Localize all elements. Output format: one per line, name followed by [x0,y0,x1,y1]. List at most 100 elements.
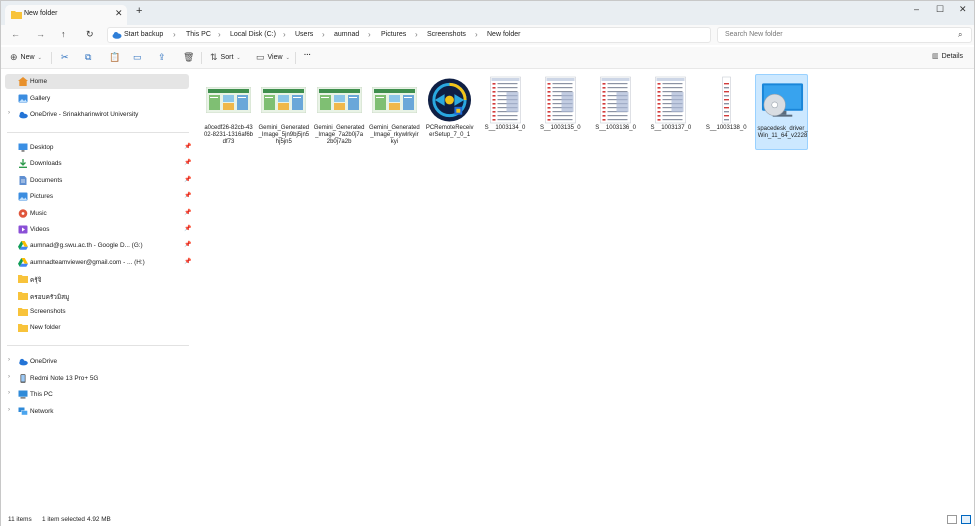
cut-icon[interactable]: ✂ [61,52,69,63]
sidebar-item[interactable]: Videos 📌 [5,222,191,237]
breadcrumb[interactable]: Start backup › This PC › Local Disk (C:)… [107,27,711,43]
large-icons-view-icon[interactable] [961,515,971,524]
sidebar-item[interactable]: Home [5,74,189,89]
screenshot-thumbnail [600,76,631,124]
sidebar-divider [7,345,189,346]
file-item[interactable]: a0cedf26-82cb-4302-8231-1316af6bdf73 [202,74,255,150]
new-button[interactable]: ⊕ New ⌄ [10,52,42,63]
file-name: S__1003134_0 [484,125,526,131]
sort-button[interactable]: ⇅ Sort ⌄ [210,52,241,63]
rename-icon[interactable]: ▭ [133,52,142,63]
sidebar-item[interactable]: aumnadteamviewer@gmail.com - ... (H:) 📌 [5,255,191,270]
breadcrumb-this-pc[interactable]: This PC [186,31,211,38]
sidebar-item-label: aumnad@g.swu.ac.th - Google D... (G:) [30,242,143,250]
pin-icon[interactable]: 📌 [184,192,191,199]
details-button[interactable]: ▥ Details [932,52,963,61]
file-item[interactable]: Gemini_Generated_Image_5jn9bj5jn5hj5jn5 [257,74,310,150]
pin-icon[interactable]: 📌 [184,176,191,183]
sidebar-item[interactable]: › Redmi Note 13 Pro+ 5G [5,371,189,386]
forward-arrow-icon[interactable]: → [36,29,45,39]
tab-new-folder[interactable]: New folder ✕ [5,5,127,25]
search-icon[interactable]: ⌕ [958,30,962,40]
file-name: S__1003138_0 [705,125,747,131]
breadcrumb-screenshots[interactable]: Screenshots [427,31,466,38]
delete-icon[interactable]: 🗑 [183,52,194,63]
breadcrumb-pictures[interactable]: Pictures [381,31,406,38]
up-arrow-icon[interactable]: ↑ [61,29,66,39]
sidebar-item[interactable]: Desktop 📌 [5,140,191,155]
divider [201,52,202,64]
sidebar-item[interactable]: ครอบครัวมิสมู [5,288,189,303]
file-item[interactable]: Gemini_Generated_Image_rkywlrkyirkyi [368,74,421,150]
sidebar-item[interactable]: › OneDrive [5,354,189,369]
sidebar-item[interactable]: Downloads 📌 [5,156,191,171]
copy-icon[interactable]: ⧉ [85,52,91,63]
sidebar-item[interactable]: › OneDrive - Srinakharinwirot University [5,107,189,122]
sidebar-item[interactable]: › This PC [5,387,189,402]
sidebar-item[interactable]: Music 📌 [5,206,191,221]
command-bar: ⊕ New ⌄ ✂ ⧉ 📋 ▭ ⇪ 🗑 ⇅ Sort ⌄ ▭ View ⌄ ··… [1,47,974,69]
folder-icon [11,11,22,19]
pin-icon[interactable]: 📌 [184,159,191,166]
chevron-right-icon[interactable]: › [8,390,10,396]
breadcrumb-aumnad[interactable]: aumnad [334,31,359,38]
back-arrow-icon[interactable]: ← [11,29,20,39]
sidebar-item[interactable]: › Network [5,404,189,419]
new-tab-button[interactable]: + [136,5,142,17]
breadcrumb-users[interactable]: Users [295,31,313,38]
breadcrumb-new-folder[interactable]: New folder [487,31,520,38]
details-view-icon[interactable] [947,515,957,524]
chevron-right-icon[interactable]: › [8,357,10,363]
navigation-bar: ← → ↑ ↻ Start backup › This PC › Local D… [1,25,974,45]
view-button[interactable]: ▭ View ⌄ [256,52,290,63]
sidebar-item[interactable]: aumnad@g.swu.ac.th - Google D... (G:) 📌 [5,238,191,253]
sidebar-item-label: Downloads [30,160,62,168]
sort-label: Sort [220,54,234,61]
pin-icon[interactable]: 📌 [184,241,191,248]
sidebar-item[interactable]: Gallery [5,91,189,106]
chevron-right-icon[interactable]: › [8,407,10,413]
refresh-icon[interactable]: ↻ [86,29,94,40]
sidebar-item[interactable]: Documents 📌 [5,173,191,188]
file-item[interactable]: Gemini_Generated_Image_7a2b0j7a2b0j7a2b [313,74,366,150]
pin-icon[interactable]: 📌 [184,143,191,150]
share-icon[interactable]: ⇪ [158,52,166,63]
close-window-button[interactable]: ✕ [959,4,967,15]
pin-icon[interactable]: 📌 [184,258,191,265]
file-item[interactable]: S__1003137_0 [644,74,697,150]
paste-icon[interactable]: 📋 [109,52,120,63]
tab-close-icon[interactable]: ✕ [115,8,123,19]
file-item[interactable]: spacedesk_driver_Win_11_64_v2228 [755,74,808,150]
sidebar-item-label: New folder [30,324,61,332]
status-bar: 11 items 1 item selected 4.92 MB [1,514,974,526]
sidebar-item[interactable]: ครุ้จิ [5,271,189,286]
breadcrumb-local-disk[interactable]: Local Disk (C:) [230,31,276,38]
maximize-button[interactable]: ☐ [936,4,944,15]
sidebar-item[interactable]: Pictures 📌 [5,189,191,204]
downloads-icon [18,159,28,169]
sidebar-item[interactable]: New folder [5,320,189,335]
title-bar: New folder ✕ + – ☐ ✕ [1,1,974,25]
chevron-down-icon: ⌄ [236,54,241,61]
file-item[interactable]: S__1003134_0 [479,74,532,150]
pin-icon[interactable]: 📌 [184,225,191,232]
image-thumbnail [371,87,417,113]
more-options-button[interactable]: ··· [304,52,311,59]
sidebar-item-label: ครอบครัวมิสมู [30,293,70,301]
file-name: Gemini_Generated_Image_5jn9bj5jn5hj5jn5 [258,125,310,145]
file-item[interactable]: PCRemoteReceiverSetup_7_0_1 [423,74,476,150]
chevron-right-icon[interactable]: › [8,110,10,116]
chevron-right-icon[interactable]: › [8,374,10,380]
breadcrumb-start-backup[interactable]: Start backup [124,31,163,38]
view-icon: ▭ [256,52,265,62]
sidebar-item[interactable]: Screenshots [5,304,189,319]
sidebar-item-label: aumnadteamviewer@gmail.com - ... (H:) [30,258,145,266]
minimize-button[interactable]: – [914,4,919,14]
search-input[interactable]: Search New folder [725,31,783,38]
pin-icon[interactable]: 📌 [184,209,191,216]
search-box[interactable]: Search New folder ⌕ [717,27,972,43]
file-item[interactable]: S__1003138_0 [700,74,753,150]
file-item[interactable]: S__1003136_0 [589,74,642,150]
chevron-down-icon: ⌄ [37,54,42,61]
file-item[interactable]: S__1003135_0 [534,74,587,150]
